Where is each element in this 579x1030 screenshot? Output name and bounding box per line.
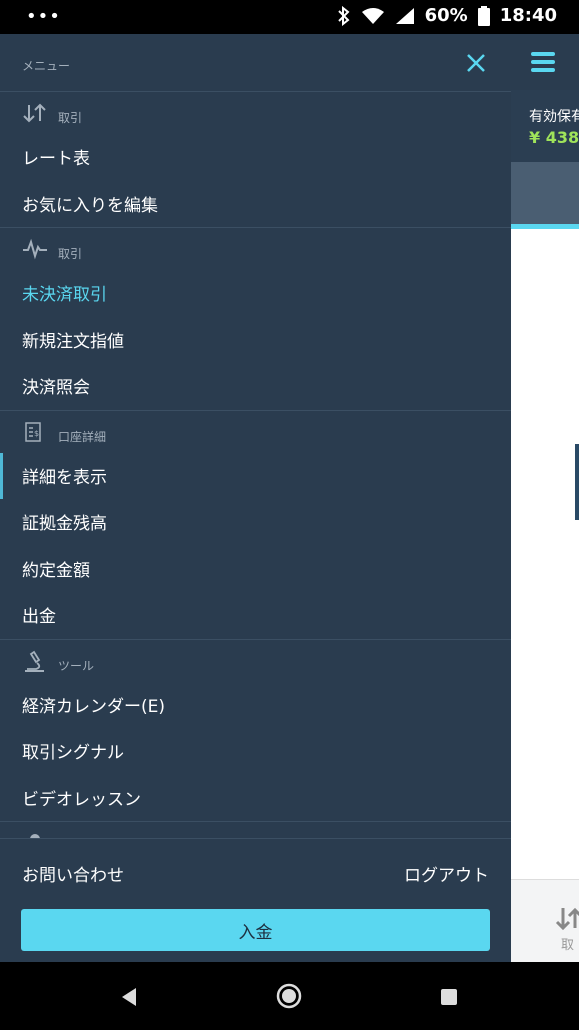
section-tools: ツール 経済カレンダー(E) 取引シグナル ビデオレッスン (0, 640, 511, 822)
content-marker (575, 444, 579, 520)
close-icon[interactable] (464, 51, 488, 75)
status-bar: ••• 60% 18:40 (0, 0, 579, 34)
section-header: 取引 (0, 228, 511, 270)
section-trading-rates: 取引 レート表 お気に入りを編集 (0, 92, 511, 228)
menu-item-settlement-history[interactable]: 決済照会 (0, 363, 511, 410)
status-indicators: 60% 18:40 (337, 5, 557, 26)
menu-item-video-lessons[interactable]: ビデオレッスン (0, 775, 511, 822)
section-header: $ 口座詳細 (0, 411, 511, 453)
background-tab-bar (511, 162, 579, 224)
back-icon[interactable] (118, 986, 140, 1008)
menu-item-economic-calendar[interactable]: 経済カレンダー(E) (0, 682, 511, 729)
section-header: ツール (0, 640, 511, 682)
section-header: 口座 (0, 822, 511, 838)
balance-label: 有効保有 (529, 109, 579, 125)
pulse-icon (23, 238, 47, 260)
menu-item-open-positions[interactable]: 未決済取引 (0, 270, 511, 317)
menu-item-edit-favorites[interactable]: お気に入りを編集 (0, 181, 511, 228)
balance-value: ¥ 438 (529, 128, 579, 147)
section-label: ツール (58, 658, 95, 673)
bottom-tab-label: 取 (561, 938, 575, 953)
section-account-details: $ 口座詳細 詳細を表示 証拠金残高 約定金額 出金 (0, 411, 511, 640)
section-trading-orders: 取引 未決済取引 新規注文指値 決済照会 (0, 228, 511, 411)
section-header: 取引 (0, 92, 511, 134)
bluetooth-icon (337, 5, 350, 26)
contact-link[interactable]: お問い合わせ (22, 861, 124, 886)
recents-icon[interactable] (439, 987, 459, 1007)
notification-dots: ••• (26, 6, 61, 27)
menu-item-withdrawal[interactable]: 出金 (0, 592, 511, 639)
statement-icon: $ (25, 421, 41, 442)
logout-link[interactable]: ログアウト (404, 861, 489, 886)
drawer-header: メニュー (0, 34, 511, 92)
swap-arrows-icon (23, 103, 46, 123)
menu-item-trading-signals[interactable]: 取引シグナル (0, 728, 511, 775)
svg-text:$: $ (34, 429, 39, 438)
section-account: 口座 (0, 822, 511, 838)
deposit-button[interactable]: 入金 (21, 909, 490, 951)
menu-item-executed-amount[interactable]: 約定金額 (0, 546, 511, 593)
bottom-tab-bar: 取 (511, 879, 579, 962)
menu-item-new-limit-order[interactable]: 新規注文指値 (0, 317, 511, 364)
wifi-icon (361, 7, 384, 24)
drawer-footer: お問い合わせ ログアウト 入金 (0, 838, 511, 962)
battery-percent: 60% (424, 5, 468, 26)
menu-item-rate-table[interactable]: レート表 (0, 134, 511, 181)
balance-panel: 有効保有 ¥ 438 (511, 90, 579, 162)
signal-icon (395, 7, 414, 24)
menu-list[interactable]: 取引 レート表 お気に入りを編集 取引 未決済取引 新規注文指値 決済照会 $ … (0, 92, 511, 838)
background-app: 有効保有 ¥ 438 取 (511, 34, 579, 962)
section-label: 取引 (58, 111, 83, 125)
system-nav-bar (0, 962, 579, 1030)
section-label: 口座詳細 (58, 429, 107, 444)
navigation-drawer: メニュー 取引 レート表 お気に入りを編集 取引 未決済取引 新規注文指値 決済… (0, 34, 511, 962)
background-header (511, 34, 579, 90)
drawer-title: メニュー (22, 59, 71, 73)
tab-indicator (511, 224, 579, 229)
home-icon[interactable] (275, 982, 303, 1010)
menu-item-show-details[interactable]: 詳細を表示 (0, 452, 511, 500)
trade-arrows-icon[interactable] (555, 904, 579, 934)
battery-icon (477, 5, 490, 26)
hamburger-menu-icon[interactable] (531, 52, 557, 72)
clock: 18:40 (499, 5, 557, 26)
section-label: 取引 (58, 247, 83, 261)
menu-item-margin-balance[interactable]: 証拠金残高 (0, 499, 511, 546)
app-screen: ••• 60% 18:40 有効保有 ¥ 438 取 メニュー 取引 レート表 … (0, 0, 579, 1030)
microscope-icon (25, 650, 44, 672)
